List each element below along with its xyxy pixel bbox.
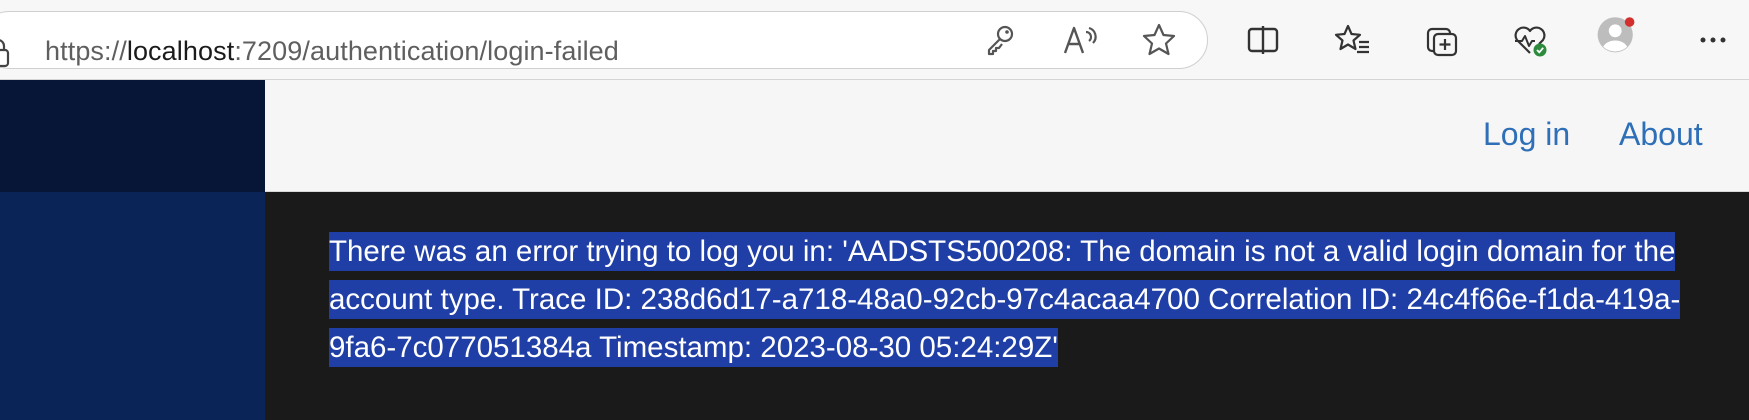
- address-bar[interactable]: https://localhost:7209/authentication/lo…: [0, 11, 1208, 69]
- error-message: There was an error trying to log you in:…: [329, 228, 1719, 372]
- favorites-icon[interactable]: [1333, 20, 1373, 60]
- favorite-star-icon[interactable]: [1139, 20, 1179, 60]
- sidebar-header: [0, 80, 265, 192]
- top-navigation: Log in About: [265, 80, 1749, 192]
- main-content: There was an error trying to log you in:…: [265, 193, 1749, 420]
- selected-error-text: There was an error trying to log you in:…: [329, 232, 1681, 367]
- login-link[interactable]: Log in: [1483, 116, 1570, 153]
- browser-essentials-icon[interactable]: [1510, 20, 1550, 60]
- collections-icon[interactable]: [1422, 20, 1462, 60]
- lock-icon[interactable]: [0, 38, 11, 68]
- read-aloud-icon[interactable]: [1060, 20, 1100, 60]
- url-text[interactable]: https://localhost:7209/authentication/lo…: [45, 36, 619, 67]
- browser-toolbar: https://localhost:7209/authentication/lo…: [0, 0, 1749, 80]
- url-path: :7209/authentication/login-failed: [234, 36, 619, 66]
- key-icon[interactable]: [980, 20, 1020, 60]
- sidebar: [0, 192, 265, 420]
- url-host: localhost: [126, 36, 235, 66]
- url-scheme: https://: [45, 36, 127, 66]
- profile-avatar-icon[interactable]: [1596, 14, 1646, 64]
- split-screen-icon[interactable]: [1243, 20, 1283, 60]
- about-link[interactable]: About: [1619, 116, 1703, 153]
- more-options-icon[interactable]: [1693, 20, 1733, 60]
